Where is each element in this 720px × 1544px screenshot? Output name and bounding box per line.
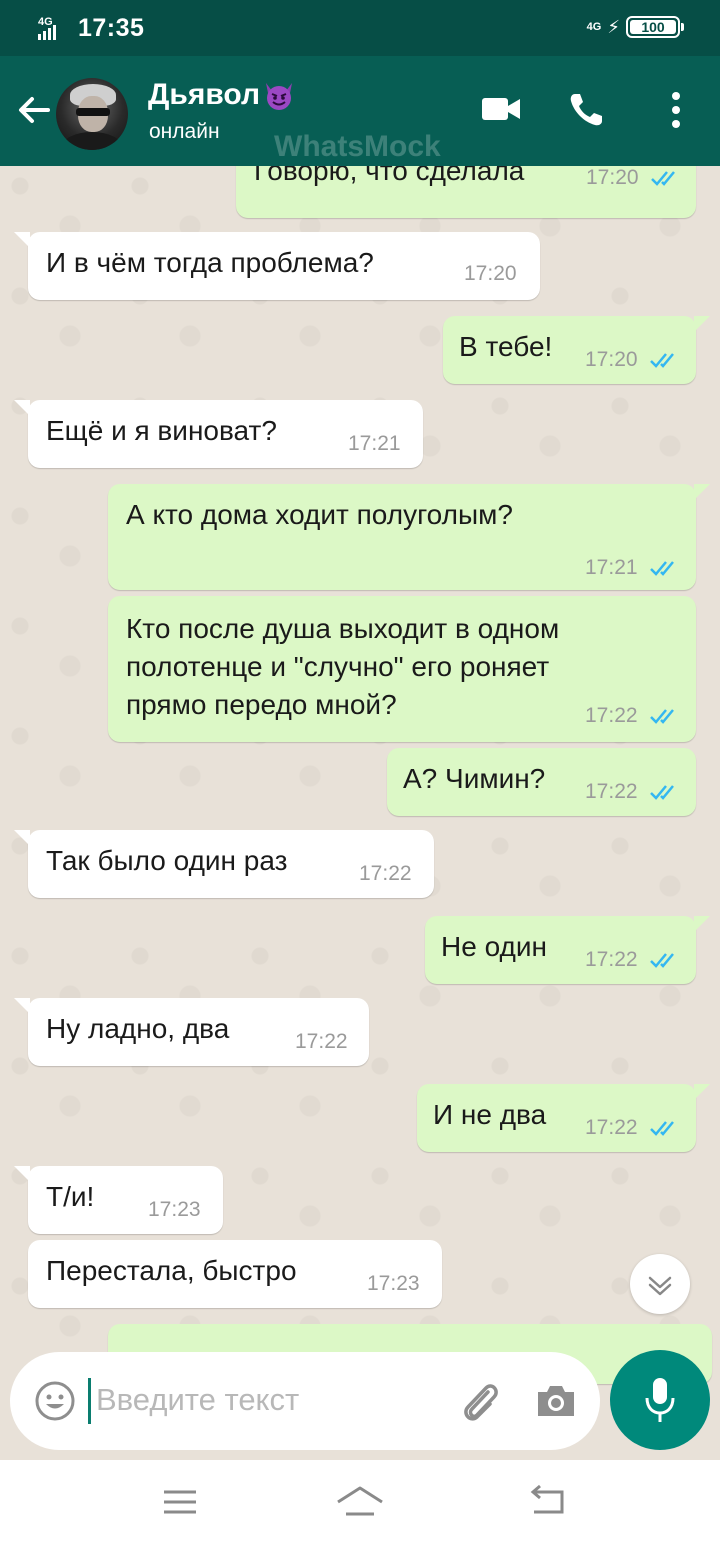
message-time: 17:22	[585, 1116, 638, 1139]
message-in[interactable]: Так было один раз 17:22	[14, 830, 434, 898]
message-text: Т/и!	[46, 1181, 95, 1212]
message-list[interactable]: Говорю, что сделала 17:20 И в чём тогда …	[0, 166, 720, 1460]
message-out[interactable]: В тебе! 17:20	[443, 316, 710, 384]
read-ticks-icon	[651, 171, 675, 186]
message-text: И в чём тогда проблема?	[46, 247, 374, 278]
message-text: И не два	[433, 1099, 547, 1130]
message-text: А кто дома ходит полуголым?	[126, 499, 513, 530]
message-out[interactable]: Говорю, что сделала 17:20	[236, 166, 696, 218]
message-text: Ещё и я виноват?	[46, 415, 277, 446]
system-nav-bar	[0, 1460, 720, 1544]
message-text: Перестала, быстро	[46, 1255, 297, 1286]
message-in[interactable]: Перестала, быстро 17:23	[28, 1240, 442, 1308]
voice-record-button[interactable]	[610, 1350, 710, 1450]
phone-call-icon[interactable]	[566, 90, 606, 130]
message-out[interactable]: Не один 17:22	[425, 916, 710, 984]
chat-header: Дьявол онлайн WhatsMock	[0, 56, 720, 166]
message-text: Говорю, что сделала	[254, 166, 525, 186]
battery-level: 100	[641, 19, 665, 35]
devil-emoji-icon	[266, 83, 293, 110]
message-time: 17:21	[348, 432, 401, 455]
camera-icon[interactable]	[534, 1382, 578, 1420]
read-ticks-icon	[650, 953, 674, 968]
message-input-bar: Введите текст	[10, 1352, 600, 1450]
message-text: В тебе!	[459, 331, 553, 362]
read-ticks-icon	[650, 353, 674, 368]
message-out[interactable]: И не два 17:22	[417, 1084, 710, 1152]
home-icon[interactable]	[334, 1482, 386, 1522]
message-text: Так было один раз	[46, 845, 288, 876]
message-time: 17:23	[148, 1198, 201, 1221]
message-text: Не один	[441, 931, 547, 962]
message-time: 17:20	[585, 348, 638, 371]
message-text-line: Кто после душа выходит в одном	[126, 613, 560, 644]
watermark: WhatsMock	[274, 130, 441, 163]
scroll-down-button[interactable]	[630, 1254, 690, 1314]
contact-name-text: Дьявол	[148, 78, 261, 111]
recent-apps-icon[interactable]	[162, 1484, 198, 1520]
battery-icon: 100	[626, 16, 684, 38]
message-time: 17:22	[585, 948, 638, 971]
read-ticks-icon	[650, 1121, 674, 1136]
message-text: А? Чимин?	[403, 763, 546, 794]
message-text-line: полотенце и "случно" его роняет	[126, 651, 550, 682]
message-time: 17:21	[585, 556, 638, 579]
avatar[interactable]	[56, 78, 128, 150]
charging-icon: ⚡	[607, 16, 620, 37]
microphone-icon	[645, 1378, 675, 1422]
message-time: 17:23	[367, 1272, 420, 1295]
signal-icon: 4G	[38, 16, 70, 42]
text-cursor	[88, 1378, 91, 1424]
video-call-icon[interactable]	[480, 94, 522, 124]
message-in[interactable]: Ещё и я виноват? 17:21	[14, 400, 423, 468]
message-time: 17:22	[295, 1030, 348, 1053]
message-time: 17:20	[464, 262, 517, 285]
message-time: 17:22	[359, 862, 412, 885]
message-time: 17:22	[585, 704, 638, 727]
back-arrow-icon[interactable]	[14, 90, 54, 130]
back-nav-icon[interactable]	[528, 1484, 568, 1520]
network-type-right: 4G	[586, 21, 602, 33]
message-in[interactable]: Т/и! 17:23	[14, 1166, 223, 1234]
message-out[interactable]: Кто после душа выходит в одном полотенце…	[108, 596, 696, 742]
message-text: Ну ладно, два	[46, 1013, 230, 1044]
chevron-double-down-icon	[648, 1276, 672, 1296]
message-out[interactable]: А? Чимин? 17:22	[387, 748, 696, 816]
read-ticks-icon	[650, 785, 674, 800]
contact-name[interactable]: Дьявол	[148, 78, 296, 112]
status-bar: 4G 17:35 4G ⚡ 100	[0, 0, 720, 56]
more-options-icon[interactable]	[664, 90, 688, 130]
message-input[interactable]: Введите текст	[96, 1382, 299, 1418]
message-text-line: прямо передо мной?	[126, 689, 397, 720]
status-left: 4G 17:35	[38, 14, 144, 43]
message-time: 17:20	[586, 166, 639, 189]
message-out[interactable]: А кто дома ходит полуголым? 17:21	[108, 484, 710, 590]
message-time: 17:22	[585, 780, 638, 803]
message-in[interactable]: И в чём тогда проблема? 17:20	[14, 232, 540, 300]
read-ticks-icon	[650, 709, 674, 724]
status-right: 4G ⚡ 100	[586, 16, 684, 38]
clock: 17:35	[78, 14, 145, 42]
read-ticks-icon	[650, 561, 674, 576]
emoji-icon[interactable]	[34, 1380, 76, 1422]
message-in[interactable]: Ну ладно, два 17:22	[14, 998, 369, 1066]
attach-icon[interactable]	[458, 1378, 502, 1424]
contact-status: онлайн	[149, 120, 220, 143]
